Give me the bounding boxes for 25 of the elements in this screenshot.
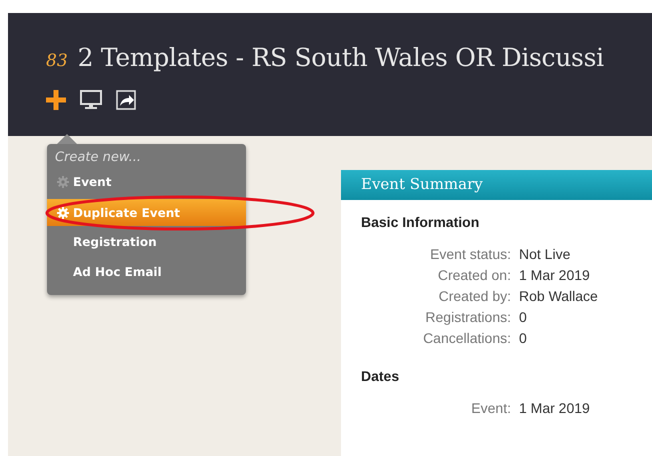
- event-count: 83: [46, 51, 68, 71]
- field-value: 1 Mar 2019: [519, 267, 591, 283]
- field-label: Registrations:: [424, 309, 511, 325]
- section-heading: Dates: [361, 368, 400, 384]
- field-value: Rob Wallace: [519, 288, 599, 304]
- monitor-icon[interactable]: [80, 90, 102, 110]
- field-value: 0: [519, 330, 528, 346]
- menu-heading: Create new...: [54, 149, 142, 167]
- page-title: 2 Templates - RS South Wales OR Discussi: [78, 43, 604, 72]
- field-value: 0: [519, 309, 528, 325]
- field-label: Event:: [470, 400, 511, 416]
- menu-item[interactable]: Registration: [47, 227, 246, 257]
- field-label: Cancellations:: [422, 330, 511, 346]
- plus-icon[interactable]: [46, 90, 66, 110]
- panel-title: Event Summary: [341, 170, 652, 200]
- field-label: Created by:: [438, 288, 511, 304]
- field-label: Event status:: [429, 246, 511, 262]
- field-value: 1 Mar 2019: [519, 400, 591, 416]
- field-label: Created on:: [436, 267, 511, 283]
- section-heading: Basic Information: [361, 214, 480, 230]
- menu-item[interactable]: Duplicate Event: [47, 199, 246, 226]
- field-value: Not Live: [519, 246, 572, 262]
- menu-item[interactable]: Event: [47, 167, 246, 197]
- menu-item[interactable]: Ad Hoc Email: [47, 257, 246, 287]
- menu-pointer: [57, 134, 77, 144]
